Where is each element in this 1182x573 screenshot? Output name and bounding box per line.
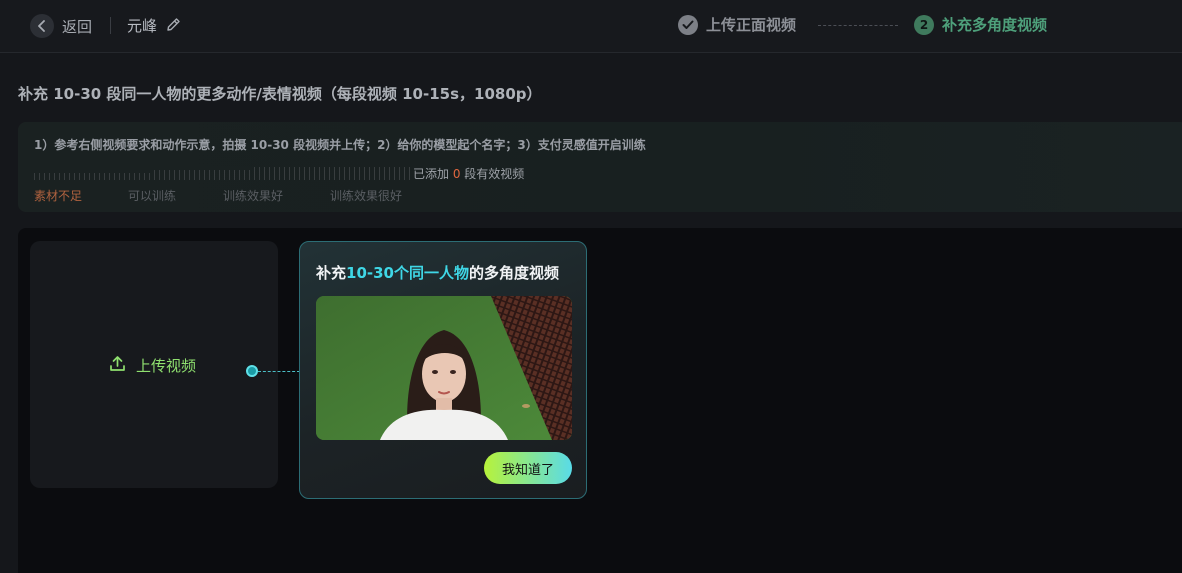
level-good: 训练效果好 (223, 189, 284, 203)
upload-video-card[interactable]: 上传视频 (30, 241, 278, 488)
step-connector (818, 25, 898, 26)
top-bar: 返回 元峰 上传正面视频 2 补充多角度视频 (0, 0, 1182, 53)
upload-video-button[interactable]: 上传视频 (109, 355, 196, 376)
added-count-text: 已添加 0 段有效视频 (413, 165, 524, 182)
tooltip-title-prefix: 补充 (316, 264, 347, 282)
guide-tooltip: 补充10-30个同一人物的多角度视频 我知道了 (299, 241, 587, 499)
chevron-left-icon (30, 14, 54, 38)
instruction-text: 1）参考右侧视频要求和动作示意，拍摄 10-30 段视频并上传；2）给你的模型起… (34, 138, 646, 152)
level-insufficient: 素材不足 (34, 189, 83, 203)
step-1-label: 上传正面视频 (706, 16, 797, 34)
project-name: 元峰 (127, 17, 158, 35)
back-button[interactable]: 返回 (30, 14, 92, 38)
back-label: 返回 (62, 17, 93, 36)
step-2-label: 补充多角度视频 (942, 16, 1048, 34)
tooltip-title: 补充10-30个同一人物的多角度视频 (316, 262, 559, 283)
upload-icon (109, 355, 126, 376)
tooltip-anchor-dot (246, 365, 258, 377)
level-very-good: 训练效果很好 (330, 189, 403, 203)
step-upload-front-video: 上传正面视频 (678, 14, 796, 35)
tooltip-connector-line (258, 371, 300, 372)
example-video-preview (316, 296, 572, 440)
tooltip-title-highlight: 10-30个同一人物 (346, 264, 469, 282)
tooltip-title-suffix: 的多角度视频 (469, 264, 560, 282)
check-circle-icon (678, 14, 698, 35)
example-person-image (316, 296, 572, 440)
upload-video-label: 上传视频 (136, 357, 197, 375)
progress-bar-segment-mid (154, 167, 252, 170)
progress-bar-segment-low (34, 167, 154, 173)
level-trainable: 可以训练 (128, 189, 177, 203)
page-subtitle: 补充 10-30 段同一人物的更多动作/表情视频（每段视频 10-15s，108… (18, 85, 542, 103)
added-prefix: 已添加 (413, 167, 453, 181)
edit-pencil-icon[interactable] (166, 17, 181, 36)
added-suffix: 段有效视频 (460, 167, 525, 181)
step-multi-angle-video: 2 补充多角度视频 (914, 14, 1047, 35)
step-2-number: 2 (914, 14, 934, 35)
instruction-panel: 1）参考右侧视频要求和动作示意，拍摄 10-30 段视频并上传；2）给你的模型起… (18, 122, 1182, 212)
got-it-button[interactable]: 我知道了 (484, 452, 572, 484)
header-divider (110, 17, 111, 34)
